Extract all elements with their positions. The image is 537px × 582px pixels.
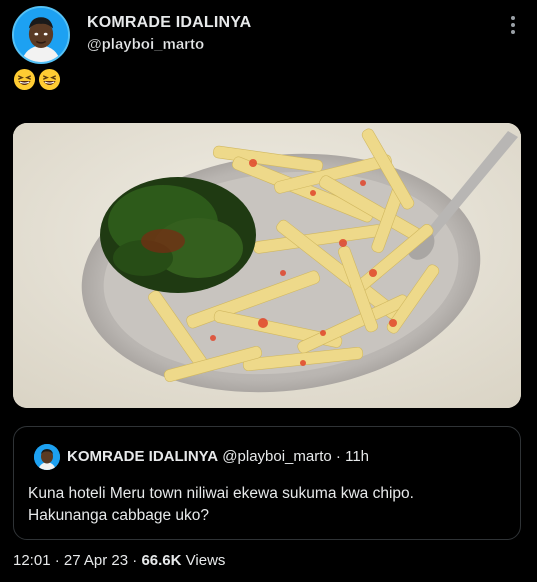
quoted-post-text: Kuna hoteli Meru town niliwai ekewa suku… xyxy=(28,483,506,527)
views-count[interactable]: 66.6K xyxy=(141,552,181,569)
quoted-author-avatar[interactable] xyxy=(34,444,60,470)
views-label: Views xyxy=(185,552,226,569)
grinning-squinting-face-icon xyxy=(13,68,36,91)
grinning-squinting-face-icon xyxy=(38,68,61,91)
post-header: KOMRADE IDALINYA @playboi_marto xyxy=(12,6,525,66)
meta-separator: · xyxy=(335,448,341,465)
quoted-post-header: KOMRADE IDALINYA @playboi_marto · 11h xyxy=(67,448,369,465)
quoted-author-handle[interactable]: @playboi_marto xyxy=(222,448,331,465)
post-text-emojis xyxy=(13,68,61,96)
quoted-post-age[interactable]: 11h xyxy=(345,448,369,465)
post-footer: 12:01 · 27 Apr 23 · 66.6K Views xyxy=(13,552,225,569)
footer-separator: · xyxy=(54,552,60,569)
post-photo[interactable] xyxy=(13,123,521,408)
author-handle[interactable]: @playboi_marto xyxy=(87,36,204,53)
author-name[interactable]: KOMRADE IDALINYA xyxy=(87,14,251,32)
avatar-cartoon-icon xyxy=(14,8,68,62)
plate-of-fries-with-sukuma-icon xyxy=(13,123,521,408)
avatar-cartoon-icon xyxy=(34,444,60,470)
author-avatar[interactable] xyxy=(12,6,70,64)
quoted-post[interactable]: KOMRADE IDALINYA @playboi_marto · 11h Ku… xyxy=(13,426,521,540)
footer-separator: · xyxy=(132,552,138,569)
post-time[interactable]: 12:01 xyxy=(13,552,51,569)
post-date[interactable]: 27 Apr 23 xyxy=(64,552,128,569)
quoted-text-line: Kuna hoteli Meru town niliwai ekewa suku… xyxy=(28,485,414,502)
more-options-icon[interactable] xyxy=(511,16,517,38)
quoted-author-name[interactable]: KOMRADE IDALINYA xyxy=(67,448,218,465)
quoted-text-line: Hakunanga cabbage uko? xyxy=(28,507,209,524)
